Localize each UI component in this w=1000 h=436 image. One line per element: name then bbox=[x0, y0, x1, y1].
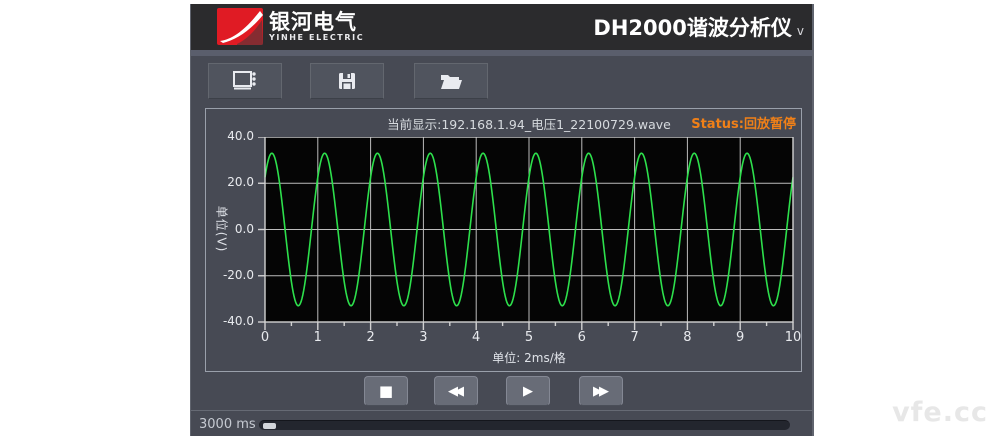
open-file-button[interactable] bbox=[414, 63, 488, 99]
x-tick-label: 1 bbox=[314, 330, 322, 345]
app-title-version: v bbox=[797, 24, 804, 38]
app-window: 银河电气 YINHE ELECTRIC DH2000谐波分析仪 v bbox=[190, 4, 814, 436]
time-label: 3000 ms bbox=[199, 417, 256, 432]
brand-logo-icon bbox=[217, 8, 263, 45]
app-title: DH2000谐波分析仪 v bbox=[593, 4, 804, 50]
brand-text: 银河电气 YINHE ELECTRIC bbox=[269, 11, 364, 42]
save-button[interactable] bbox=[310, 63, 384, 99]
x-tick-label: 3 bbox=[419, 330, 427, 345]
save-icon bbox=[337, 71, 357, 91]
status-badge: Status:回放暂停 bbox=[691, 113, 796, 132]
x-tick-label: 0 bbox=[261, 330, 269, 345]
playback-slider[interactable] bbox=[259, 420, 790, 430]
x-tick-label: 9 bbox=[736, 330, 744, 345]
x-tick-label: 2 bbox=[366, 330, 374, 345]
fast-forward-button[interactable]: ▶▶ bbox=[579, 376, 623, 406]
footer-bar: 3000 ms bbox=[191, 410, 812, 436]
y-tick-label: -40.0 bbox=[208, 314, 254, 328]
brand-logo: 银河电气 YINHE ELECTRIC bbox=[217, 8, 364, 45]
stop-button[interactable]: ■ bbox=[364, 376, 408, 406]
watermark: vfe.cc bbox=[892, 397, 988, 428]
waveform-plot bbox=[257, 137, 801, 335]
brand-name-cn: 银河电气 bbox=[269, 11, 364, 33]
fast-forward-icon: ▶▶ bbox=[593, 385, 609, 398]
x-tick-label: 6 bbox=[578, 330, 586, 345]
y-tick-label: -20.0 bbox=[208, 268, 254, 282]
stop-icon: ■ bbox=[379, 384, 393, 399]
titlebar-divider bbox=[191, 50, 812, 56]
rewind-button[interactable]: ◀◀ bbox=[434, 376, 478, 406]
x-tick-label: 4 bbox=[472, 330, 480, 345]
slider-thumb[interactable] bbox=[263, 423, 276, 429]
app-title-text: DH2000谐波分析仪 bbox=[593, 12, 791, 42]
monitor-button[interactable] bbox=[208, 63, 282, 99]
x-tick-label: 8 bbox=[683, 330, 691, 345]
titlebar: 银河电气 YINHE ELECTRIC DH2000谐波分析仪 v bbox=[191, 4, 812, 50]
y-tick-label: 40.0 bbox=[208, 129, 254, 143]
x-axis-title: 单位: 2ms/格 bbox=[492, 349, 565, 366]
folder-open-icon bbox=[439, 71, 463, 91]
x-tick-label: 10 bbox=[785, 330, 802, 345]
current-file-label: 当前显示:192.168.1.94_电压1_22100729.wave bbox=[387, 114, 671, 133]
play-icon: ▶ bbox=[523, 385, 533, 398]
waveform-panel: 当前显示:192.168.1.94_电压1_22100729.wave Stat… bbox=[205, 108, 802, 372]
y-tick-label: 0.0 bbox=[208, 222, 254, 236]
x-tick-label: 5 bbox=[525, 330, 533, 345]
monitor-icon bbox=[232, 70, 258, 92]
brand-name-en: YINHE ELECTRIC bbox=[269, 33, 364, 42]
page: 银河电气 YINHE ELECTRIC DH2000谐波分析仪 v bbox=[0, 0, 1000, 436]
play-button[interactable]: ▶ bbox=[506, 376, 550, 406]
x-tick-label: 7 bbox=[630, 330, 638, 345]
rewind-icon: ◀◀ bbox=[448, 385, 464, 398]
y-tick-label: 20.0 bbox=[208, 175, 254, 189]
